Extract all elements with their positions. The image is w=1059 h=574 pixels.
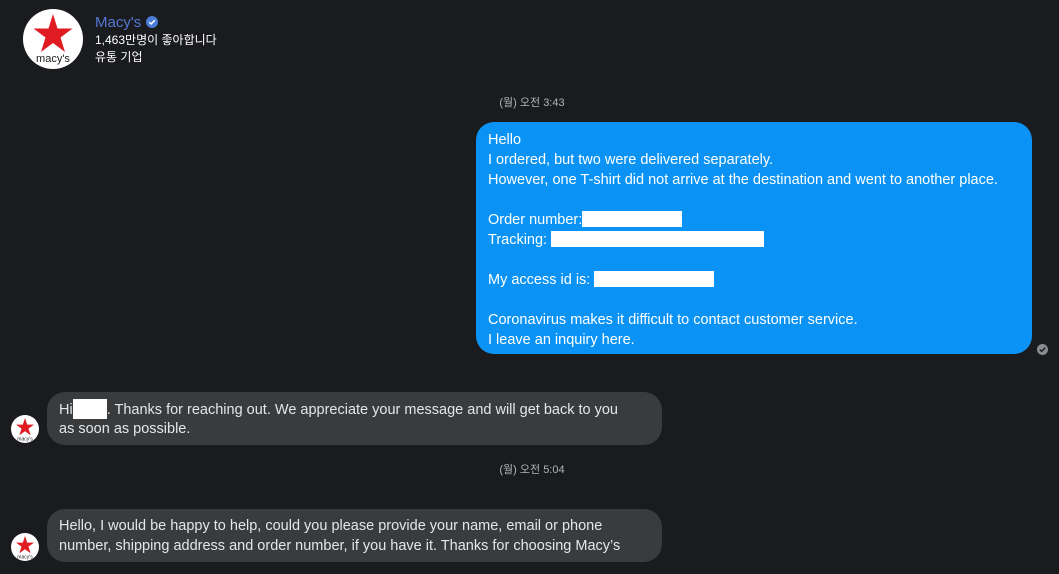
redacted-name bbox=[72, 399, 107, 419]
message-line: as soon as possible. bbox=[59, 421, 191, 437]
page-category: 유통 기업 bbox=[95, 50, 143, 64]
page-name[interactable]: Macy's bbox=[95, 14, 141, 31]
page-name-row: Macy's bbox=[95, 12, 395, 32]
macys-star-logo-icon: macy's bbox=[33, 14, 73, 65]
message-line: Hello bbox=[488, 132, 522, 148]
access-id-line: My access id is: bbox=[488, 270, 1020, 290]
macys-star-logo-icon: macy's bbox=[16, 418, 34, 443]
access-id-label: My access id is: bbox=[488, 272, 591, 288]
page-avatar[interactable]: macy's bbox=[23, 9, 83, 69]
outgoing-message-bubble[interactable]: Hello I ordered, but two were delivered … bbox=[476, 122, 1032, 354]
message-line: Hello, I would be happy to help, could y… bbox=[59, 518, 603, 534]
tracking-label: Tracking: bbox=[488, 232, 548, 248]
order-number-line: Order number: bbox=[488, 210, 1020, 230]
message-line: number, shipping address and order numbe… bbox=[59, 538, 621, 554]
message-line: Coronavirus makes it difficult to contac… bbox=[488, 312, 858, 328]
greeting-prefix: Hi bbox=[59, 402, 73, 418]
timestamp: (월) 오전 5:04 bbox=[499, 464, 565, 476]
message-line: However, one T-shirt did not arrive at t… bbox=[488, 172, 998, 188]
sender-avatar[interactable]: macy's bbox=[11, 415, 39, 443]
message-line: I leave an inquiry here. bbox=[488, 332, 635, 348]
message-line: Hi . Thanks for reaching out. We apprecia… bbox=[59, 399, 650, 419]
incoming-message-bubble[interactable]: Hi . Thanks for reaching out. We apprecia… bbox=[47, 392, 662, 445]
page-info: Macy's 1,463만명이 좋아합니다 유통 기업 bbox=[95, 12, 395, 66]
sender-avatar[interactable]: macy's bbox=[11, 533, 39, 561]
incoming-message-bubble[interactable]: Hello, I would be happy to help, could y… bbox=[47, 509, 662, 562]
verified-badge-icon bbox=[146, 16, 159, 28]
logo-wordmark: macy's bbox=[17, 437, 33, 443]
logo-wordmark: macy's bbox=[36, 53, 70, 65]
order-number-label: Order number: bbox=[488, 212, 583, 228]
macys-star-logo-icon: macy's bbox=[16, 536, 34, 561]
page-likes: 1,463만명이 좋아합니다 bbox=[95, 33, 217, 47]
redacted-access-id bbox=[594, 271, 715, 287]
tracking-line: Tracking: bbox=[488, 230, 1020, 250]
message-line: I ordered, but two were delivered separa… bbox=[488, 152, 774, 168]
redacted-order-number bbox=[582, 211, 683, 227]
timestamp: (월) 오전 3:43 bbox=[499, 97, 565, 109]
seen-check-icon bbox=[1037, 344, 1048, 355]
logo-wordmark: macy's bbox=[17, 555, 33, 561]
redacted-tracking-number bbox=[551, 231, 765, 247]
greeting-suffix: . Thanks for reaching out. We appreciate… bbox=[106, 402, 618, 418]
